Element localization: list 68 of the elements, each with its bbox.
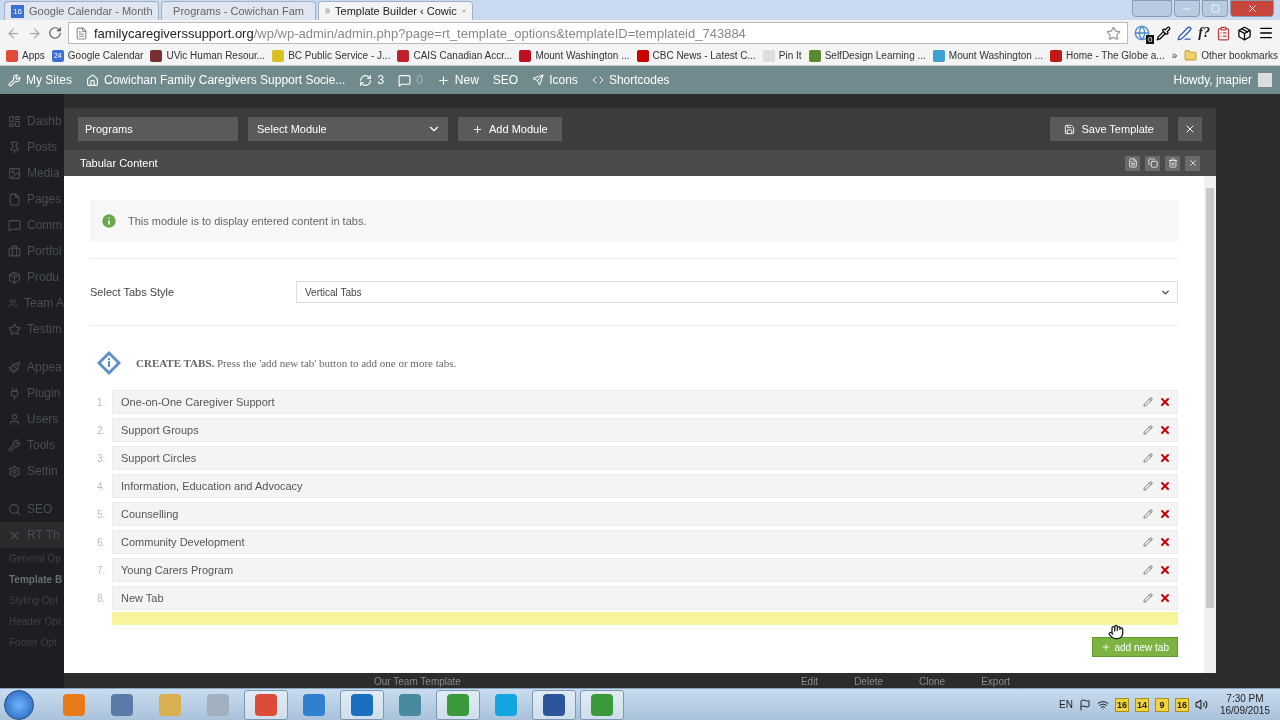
- row-number: 6.: [96, 536, 107, 548]
- account-menu[interactable]: Howdy, jnapier: [1173, 73, 1272, 87]
- add-module-button[interactable]: Add Module: [458, 117, 562, 141]
- browser-tab[interactable]: Programs - Cowichan Fam: [161, 1, 316, 20]
- tab-row[interactable]: Counselling: [112, 502, 1178, 526]
- row-number: 2.: [96, 424, 107, 436]
- bookmark[interactable]: UVic Human Resour...: [150, 49, 266, 62]
- my-sites-link[interactable]: My Sites: [8, 73, 72, 87]
- browser-tab[interactable]: Template Builder ‹ Cowic: [318, 1, 473, 20]
- extension-icon[interactable]: 0: [1134, 25, 1151, 41]
- template-action[interactable]: Export: [981, 676, 1011, 687]
- tab-row[interactable]: Community Development: [112, 530, 1178, 554]
- language-indicator[interactable]: EN: [1059, 699, 1073, 710]
- submenu-item[interactable]: Template B: [0, 569, 64, 590]
- bookmark[interactable]: CBC News - Latest C...: [636, 49, 756, 62]
- other-bookmarks[interactable]: Other bookmarks: [1184, 49, 1278, 62]
- icons-link[interactable]: Icons: [532, 73, 578, 87]
- field-label: Select Tabs Style: [90, 286, 176, 298]
- bookmark[interactable]: Mount Washington ...: [519, 49, 630, 62]
- more-bookmarks[interactable]: »: [1171, 50, 1178, 61]
- add-new-tab-button[interactable]: add new tab: [1091, 637, 1178, 657]
- new-link[interactable]: New: [436, 73, 479, 87]
- site-name-link[interactable]: Cowichan Family Caregivers Support Socie...: [86, 73, 346, 87]
- template-title-field[interactable]: Programs: [78, 117, 238, 141]
- tray-badge[interactable]: 14: [1134, 697, 1149, 712]
- row-number: 5.: [96, 508, 107, 520]
- template-name: Our Team Template: [374, 676, 461, 687]
- tab-row[interactable]: Information, Education and Advocacy: [112, 474, 1178, 498]
- tab-row[interactable]: Support Groups: [112, 418, 1178, 442]
- tab-row[interactable]: Young Carers Program: [112, 558, 1178, 582]
- tray-badge[interactable]: 16: [1174, 697, 1189, 712]
- seo-link[interactable]: SEO: [492, 73, 519, 87]
- updates-link[interactable]: 3: [359, 73, 385, 87]
- row-number: 7.: [96, 564, 107, 576]
- section-title: Tabular Content: [80, 157, 159, 169]
- tab-row[interactable]: Support Circles: [112, 446, 1178, 470]
- bookmark[interactable]: BC Public Service - J...: [272, 49, 391, 62]
- tray-badge[interactable]: 9: [1154, 697, 1169, 712]
- tab-row[interactable]: New Tab: [112, 586, 1178, 610]
- instruction-text: CREATE TABS. Press the 'add new tab' button to add one or more tabs.: [136, 357, 457, 369]
- tray-badge[interactable]: 16: [1114, 697, 1129, 712]
- template-action[interactable]: Delete: [854, 676, 884, 687]
- url-path: /wp/wp-admin/admin.php?page=rt_template_options&templateID=templateid_743884: [253, 25, 747, 41]
- template-action[interactable]: Clone: [919, 676, 946, 687]
- bookmark[interactable]: SelfDesign Learning ...: [808, 49, 926, 62]
- tab-row[interactable]: One-on-One Caregiver Support: [112, 390, 1178, 414]
- bookmark[interactable]: Mount Washington ...: [932, 49, 1043, 62]
- bookmark[interactable]: Home - The Globe a...: [1049, 49, 1165, 62]
- row-number: 4.: [96, 480, 107, 492]
- tabs-style-select[interactable]: Vertical Tabs: [296, 281, 1178, 303]
- clock[interactable]: 7:30 PM 16/09/2015: [1213, 692, 1276, 717]
- formula-extension[interactable]: f?: [1198, 25, 1210, 41]
- template-action[interactable]: Edit: [800, 676, 819, 687]
- bookmark[interactable]: Apps: [6, 49, 45, 62]
- shortcodes-link[interactable]: Shortcodes: [591, 73, 670, 87]
- browser-tab[interactable]: 16 Google Calendar - Month: [4, 1, 159, 20]
- row-number: 8.: [96, 592, 107, 604]
- extension-badge: 0: [1145, 35, 1155, 44]
- bookmark[interactable]: CAIS Canadian Accr...: [397, 49, 513, 62]
- address-field[interactable]: familycaregiverssupport.org/wp/wp-admin/admin.php?page=rt_template_options&templateID=templateid_743884: [68, 22, 1129, 44]
- row-number: 1.: [96, 396, 107, 408]
- row-number: 3.: [96, 452, 107, 464]
- url-host: familycaregiverssupport.org: [94, 25, 254, 41]
- calendar-icon: 16: [11, 4, 24, 18]
- bookmark[interactable]: Pin It: [762, 49, 802, 62]
- info-text: This module is to display entered content in tabs.: [128, 215, 367, 227]
- module-select[interactable]: Select Module: [248, 117, 448, 141]
- save-template-button[interactable]: Save Template: [1050, 117, 1168, 141]
